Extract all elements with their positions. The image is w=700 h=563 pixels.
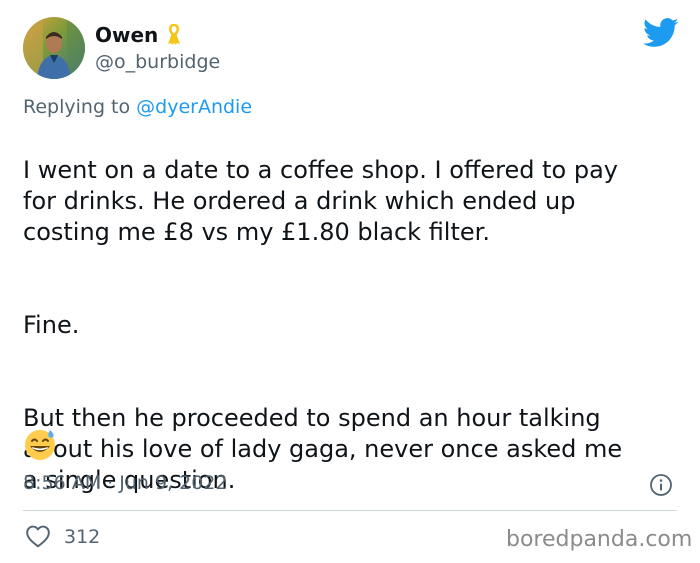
- heart-icon[interactable]: [25, 524, 51, 552]
- tweet-timestamp[interactable]: 8:56 AM · Jun 9, 2022: [23, 472, 227, 494]
- tweet-body: I went on a date to a coffee shop. I off…: [23, 124, 683, 527]
- author-handle[interactable]: @o_burbidge: [95, 51, 220, 73]
- divider: [23, 510, 677, 511]
- reply-mention-link[interactable]: @dyerAndie: [136, 96, 252, 118]
- grinning-sweat-emoji-icon: [23, 428, 57, 466]
- avatar[interactable]: [23, 17, 85, 79]
- info-icon[interactable]: [649, 473, 673, 501]
- replying-to-label: Replying to: [23, 96, 137, 118]
- twitter-bird-icon[interactable]: [643, 18, 679, 52]
- tweet-paragraph: Fine.: [23, 311, 80, 339]
- replying-to-line: Replying to @dyerAndie: [23, 96, 252, 118]
- avatar-image: [23, 17, 85, 79]
- watermark: boredpanda.com: [506, 527, 693, 552]
- tweet-paragraph: I went on a date to a coffee shop. I off…: [23, 156, 619, 246]
- like-count: 312: [64, 526, 101, 548]
- author-display-name[interactable]: Owen: [95, 23, 158, 47]
- yellow-ribbon-icon: [166, 24, 182, 46]
